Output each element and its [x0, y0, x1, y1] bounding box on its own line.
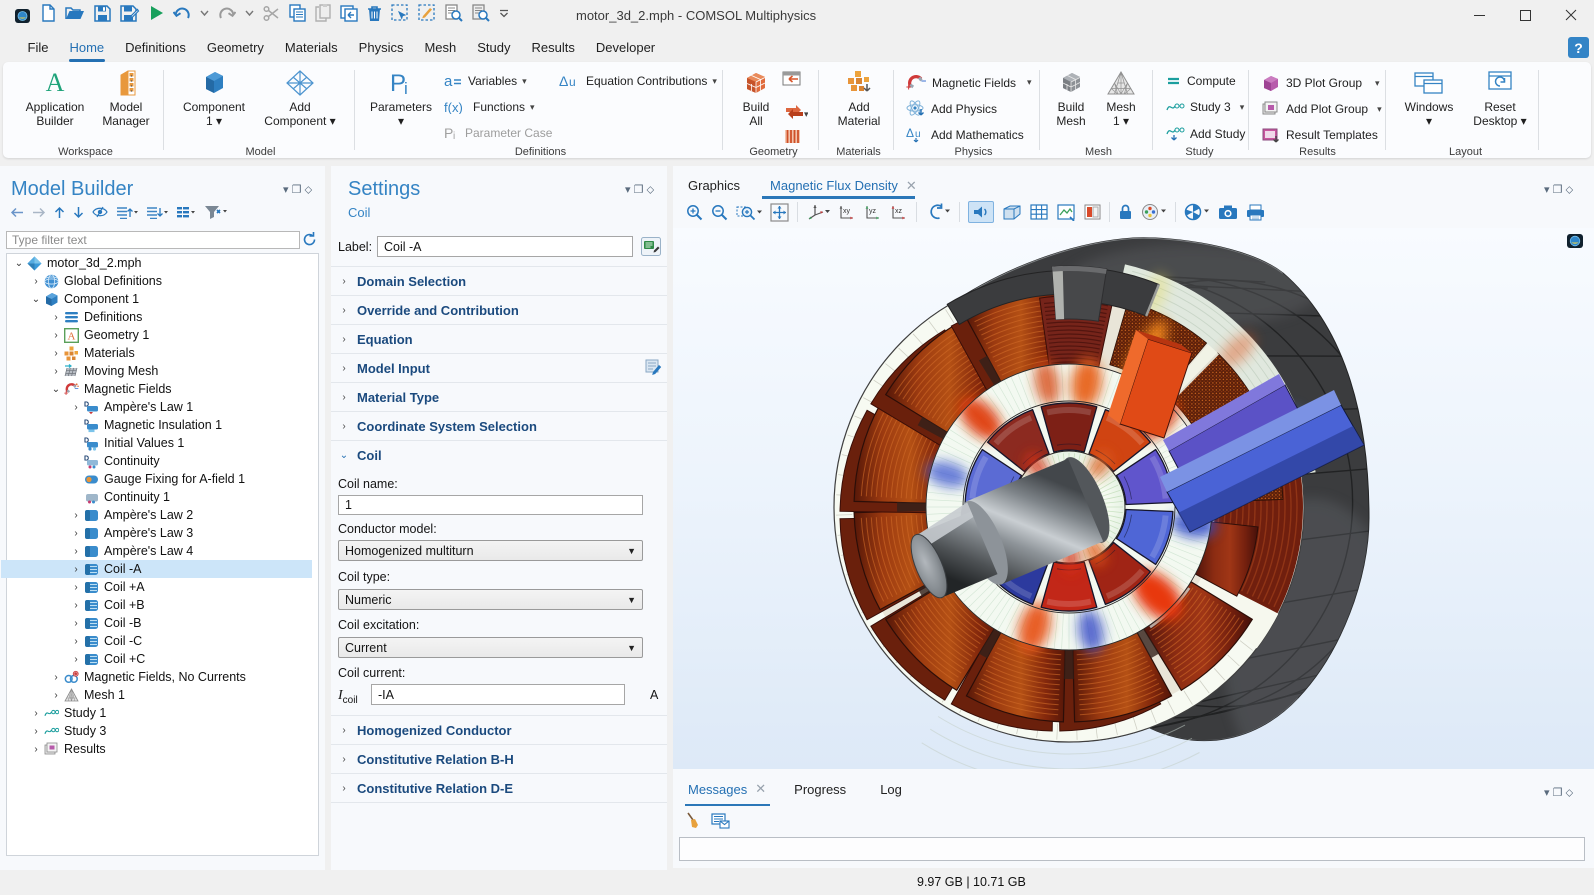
svg-text:xy: xy — [843, 208, 851, 215]
svg-text:i: i — [453, 131, 455, 140]
svg-text:xz: xz — [895, 208, 903, 215]
svg-text:A: A — [46, 70, 65, 96]
svg-text:−: − — [74, 385, 78, 392]
svg-text:f(x): f(x) — [444, 100, 463, 114]
svg-text:a: a — [444, 74, 453, 88]
svg-text:Δ: Δ — [559, 74, 568, 88]
svg-text:u: u — [569, 75, 576, 88]
svg-text:+: + — [64, 390, 68, 396]
svg-text:Δ: Δ — [906, 126, 914, 140]
svg-text:+: + — [906, 82, 911, 91]
svg-text:▾: ▾ — [804, 109, 808, 119]
svg-text:−: − — [921, 76, 926, 86]
svg-text:A: A — [68, 330, 76, 342]
svg-text:i: i — [404, 79, 408, 98]
svg-text:yz: yz — [869, 208, 877, 215]
svg-text:P: P — [444, 126, 453, 140]
